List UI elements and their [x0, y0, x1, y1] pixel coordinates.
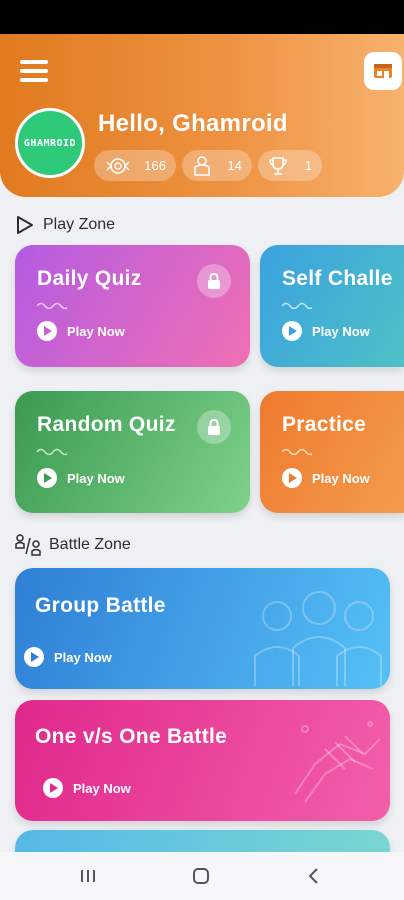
coins-stat[interactable]: 166	[94, 150, 176, 181]
handshake-illustration	[294, 721, 381, 803]
greeting-text: Hello, Ghamroid	[98, 110, 288, 137]
play-now-label: Play Now	[54, 649, 112, 665]
play-icon	[24, 647, 44, 667]
play-icon	[282, 321, 302, 341]
trophy-stat[interactable]: 1	[258, 150, 322, 181]
play-zone-heading: Play Zone	[15, 215, 115, 235]
battle-zone-heading: Battle Zone	[15, 534, 131, 556]
play-icon	[282, 468, 302, 488]
daily-quiz-card[interactable]: Daily Quiz Play Now	[15, 245, 250, 367]
card-title: Random Quiz	[37, 413, 176, 436]
trophy-value: 1	[304, 158, 312, 173]
score-value: 14	[227, 158, 242, 173]
store-button[interactable]	[364, 52, 402, 90]
random-quiz-card[interactable]: Random Quiz Play Now	[15, 391, 250, 513]
play-now-button[interactable]: Play Now	[282, 468, 370, 488]
status-bar	[0, 0, 404, 34]
play-now-label: Play Now	[312, 323, 370, 339]
play-now-button[interactable]: Play Now	[43, 778, 131, 798]
card-title: Daily Quiz	[37, 267, 142, 290]
group-battle-card[interactable]: Group Battle Play Now	[15, 568, 390, 689]
recents-button[interactable]	[76, 866, 100, 886]
play-now-button[interactable]: Play Now	[37, 321, 125, 341]
card-title: Group Battle	[35, 594, 166, 617]
avatar[interactable]: GHAMROID	[15, 108, 85, 178]
back-button[interactable]	[302, 866, 326, 886]
play-now-button[interactable]: Play Now	[24, 647, 112, 667]
trophy-icon	[269, 156, 287, 175]
lock-badge	[197, 410, 231, 444]
play-icon	[37, 321, 57, 341]
avatar-text: GHAMROID	[23, 137, 77, 149]
back-icon	[308, 868, 318, 884]
card-title: Practice	[282, 413, 367, 436]
play-now-label: Play Now	[67, 323, 125, 339]
play-outline-icon	[17, 216, 33, 234]
card-title: Self Challe	[282, 267, 393, 290]
recents-icon	[81, 870, 95, 882]
squiggle-decoration	[37, 448, 67, 455]
home-button[interactable]	[189, 866, 213, 886]
lock-badge	[197, 264, 231, 298]
play-now-button[interactable]: Play Now	[282, 321, 370, 341]
squiggle-decoration	[282, 302, 312, 309]
lock-icon	[208, 273, 220, 289]
hand-coin-icon	[194, 155, 210, 176]
one-vs-one-battle-card[interactable]: One v/s One Battle Play Now	[15, 700, 390, 821]
battle-icon	[15, 534, 41, 556]
self-challenge-card[interactable]: Self Challe Play Now	[260, 245, 404, 367]
home-icon	[193, 868, 209, 884]
score-stat[interactable]: 14	[182, 150, 252, 181]
battle-zone-title: Battle Zone	[49, 536, 131, 553]
squiggle-decoration	[37, 302, 67, 309]
play-zone-title: Play Zone	[43, 216, 116, 233]
squiggle-decoration	[282, 448, 312, 455]
menu-button[interactable]	[20, 60, 48, 82]
play-now-label: Play Now	[312, 470, 370, 486]
coins-icon	[106, 157, 130, 174]
play-icon	[43, 778, 63, 798]
lock-icon	[208, 419, 220, 435]
play-now-label: Play Now	[73, 780, 131, 796]
card-title: One v/s One Battle	[35, 725, 228, 748]
play-now-label: Play Now	[67, 470, 125, 486]
play-icon	[37, 468, 57, 488]
practice-card[interactable]: Practice Play Now	[260, 391, 404, 513]
coins-value: 166	[144, 158, 166, 173]
play-now-button[interactable]: Play Now	[37, 468, 125, 488]
store-icon	[374, 64, 392, 78]
group-people-illustration	[254, 591, 382, 686]
system-nav-bar	[0, 852, 404, 900]
menu-icon	[20, 60, 48, 64]
